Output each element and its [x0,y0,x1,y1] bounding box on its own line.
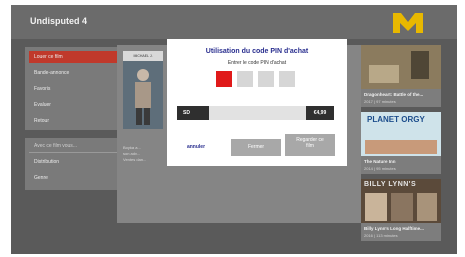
suggestion-meta-2: 2014 | 95 minutes [364,166,396,171]
watch-film-label-2: film [306,143,314,149]
menu-item-rent[interactable]: Louer ce film [29,51,119,63]
pin-digit-2[interactable] [237,71,253,87]
movie-poster: MICHAEL J. [123,51,163,129]
fighter-figure-icon [135,69,151,125]
description-line-3: Ventes dan... [123,157,147,162]
suggestion-card-2[interactable]: PLANET ORGY The Nature Inn 2014 | 95 min… [361,112,441,174]
price-bar: SD €4,99 [177,106,334,120]
pin-digit-1[interactable] [216,71,232,87]
menu-item-back[interactable]: Retour [29,115,119,127]
suggestion-card-3[interactable]: BILLY LYNN'S Billy Lynn's Long Halftime.… [361,179,441,241]
pin-digit-4[interactable] [279,71,295,87]
suggestion-title-2: The Nature Inn [364,159,396,164]
suggestion-poster-1 [361,45,441,89]
action-menu: Louer ce film Bande-annonce Favoris Eval… [25,47,124,130]
suggestion-title-1: Dragonheart: Battle of the... [364,92,424,97]
brand-logo-icon: M [393,13,423,33]
suggestion-meta-3: 2016 | 113 minutes [364,233,398,238]
suggestion-poster-2: PLANET ORGY [361,112,441,156]
tv-screen: Undisputed 4 M Louer ce film Bande-annon… [11,5,457,254]
menu-item-favorites[interactable]: Favoris [29,83,119,95]
suggestion-poster-text-2: PLANET ORGY [367,115,425,124]
cancel-button[interactable]: annuler [178,139,214,156]
poster-caption: MICHAEL J. [123,51,163,61]
close-button[interactable]: Fermer [231,139,281,156]
related-section-title: Avec ce film vous... [34,143,77,149]
watch-film-button[interactable]: Regarder ce film [285,134,335,156]
pin-dialog: Utilisation du code PIN d'achat Entrer l… [167,39,347,166]
suggestion-poster-3: BILLY LYNN'S [361,179,441,223]
menu-item-trailer[interactable]: Bande-annonce [29,67,119,79]
related-panel: Avec ce film vous... Distribution Genre [25,138,124,190]
movie-title: Undisputed 4 [30,16,88,26]
top-bar: Undisputed 4 M [11,5,457,39]
menu-item-rate[interactable]: Evaluer [29,99,119,111]
dialog-title: Utilisation du code PIN d'achat [205,48,309,55]
menu-item-genre[interactable]: Genre [29,172,119,184]
dialog-subtitle: Entrer le code PIN d'achat [227,60,287,66]
suggestion-poster-text-3: BILLY LYNN'S [364,181,417,188]
menu-item-cast[interactable]: Distribution [29,156,119,168]
pin-digit-3[interactable] [258,71,274,87]
price-label: €4,99 [306,106,334,120]
divider [29,152,119,153]
quality-label: SD [177,106,209,120]
suggestion-meta-1: 2017 | 97 minutes [364,99,396,104]
suggestion-title-3: Billy Lynn's Long Halftime... [364,226,424,231]
suggestion-card-1[interactable]: Dragonheart: Battle of the... 2017 | 97 … [361,45,441,107]
